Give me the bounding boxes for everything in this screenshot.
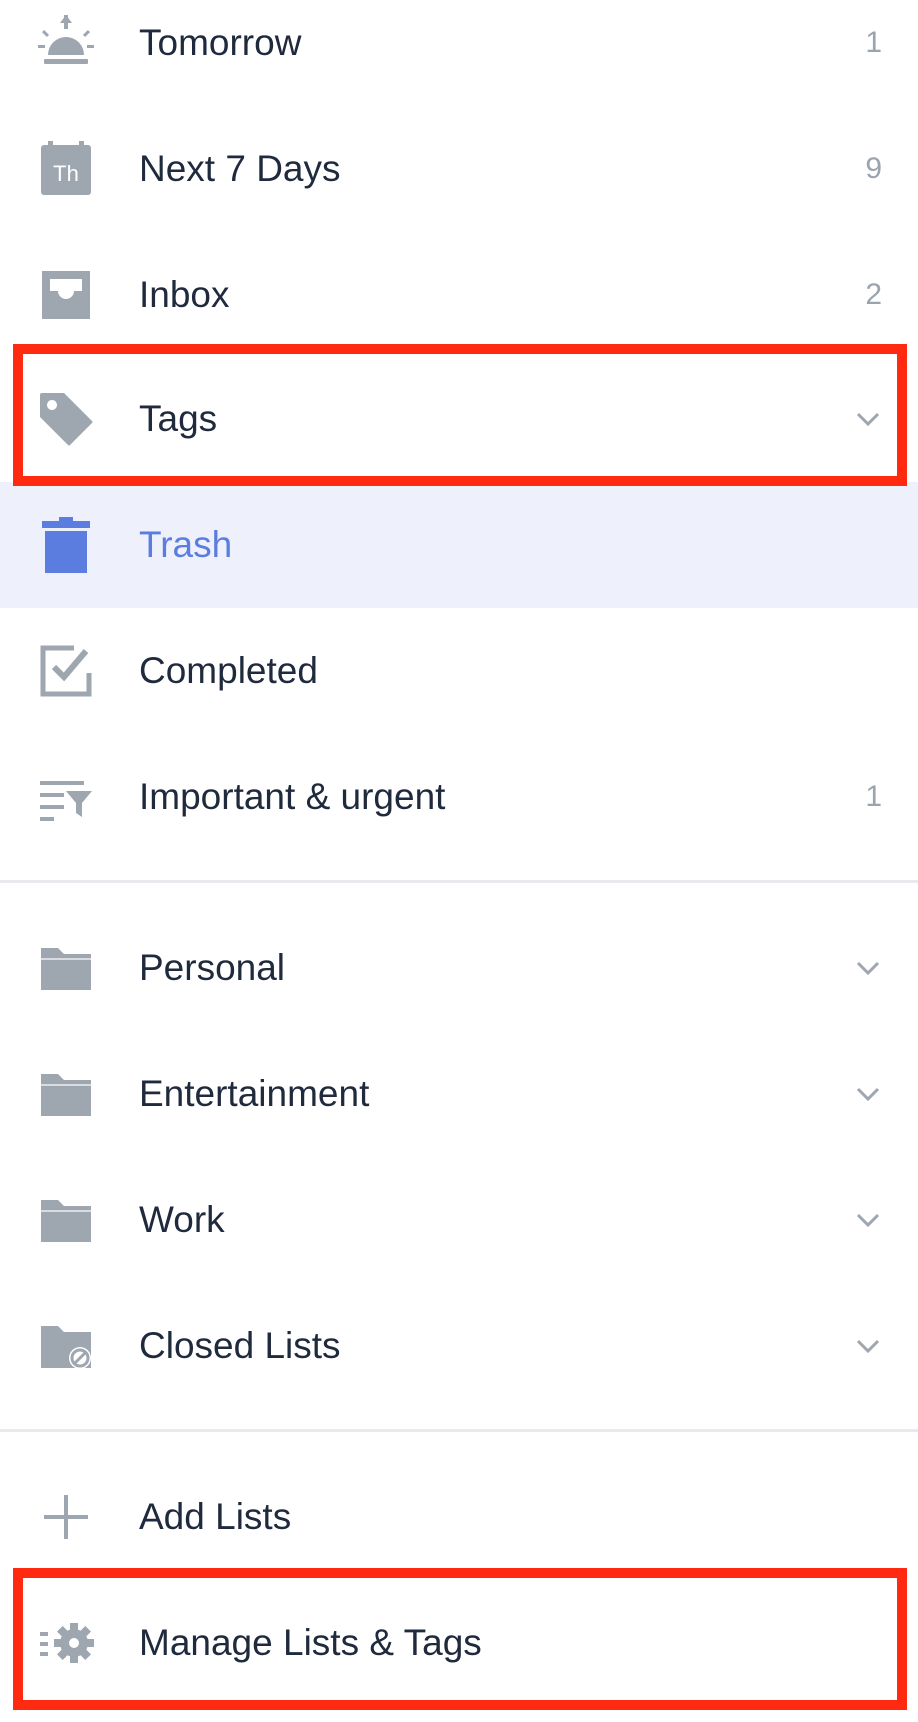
smart-list-tomorrow[interactable]: Tomorrow 1 [0,0,918,106]
smart-list-important-urgent[interactable]: Important & urgent 1 [0,734,918,860]
smart-list-label: Inbox [139,274,230,315]
navigation-drawer: Tomorrow 1 Th Next 7 Days 9 Inbox 2 Tags… [0,0,918,1722]
folder-closed-lists[interactable]: Closed Lists [0,1283,918,1409]
smart-list-tags[interactable]: Tags [0,356,918,482]
closed-folder-icon [38,1318,94,1374]
folder-entertainment[interactable]: Entertainment [0,1031,918,1157]
filter-icon [38,769,94,825]
task-count: 2 [865,278,882,311]
smart-list-next-7-days[interactable]: Th Next 7 Days 9 [0,106,918,232]
chevron-down-icon[interactable] [852,1204,884,1236]
tag-icon [38,391,94,447]
folder-label: Closed Lists [139,1325,341,1366]
smart-list-label: Important & urgent [139,776,446,817]
add-lists-label: Add Lists [139,1496,292,1537]
calendar-day-text: Th [53,161,79,186]
folder-icon [38,1066,94,1122]
manage-gear-icon [38,1615,94,1671]
manage-lists-tags-button[interactable]: Manage Lists & Tags [0,1580,918,1706]
smart-list-completed[interactable]: Completed [0,608,918,734]
inbox-icon [38,267,94,323]
plus-icon [38,1489,94,1545]
smart-list-inbox[interactable]: Inbox 2 [0,232,918,358]
smart-list-trash[interactable]: Trash [0,482,918,608]
smart-list-label: Trash [139,524,233,565]
section-divider [0,1429,918,1432]
chevron-down-icon[interactable] [852,1330,884,1362]
folder-personal[interactable]: Personal [0,905,918,1031]
smart-list-label: Completed [139,650,318,691]
sunrise-icon [38,15,94,71]
trash-icon [38,517,94,573]
folder-icon [38,1192,94,1248]
folder-icon [38,940,94,996]
section-divider [0,880,918,883]
chevron-down-icon[interactable] [852,952,884,984]
chevron-down-icon[interactable] [852,1078,884,1110]
calendar-th-icon: Th [38,141,94,197]
chevron-down-icon[interactable] [852,403,884,435]
task-count: 1 [865,26,882,59]
checkbox-icon [38,643,94,699]
folder-label: Personal [139,947,286,988]
folder-label: Entertainment [139,1073,370,1114]
folder-work[interactable]: Work [0,1157,918,1283]
task-count: 1 [865,780,882,813]
smart-list-label: Tomorrow [139,22,302,63]
manage-lists-tags-label: Manage Lists & Tags [139,1622,482,1663]
folder-label: Work [139,1199,225,1240]
smart-list-label: Tags [139,398,218,439]
add-lists-button[interactable]: Add Lists [0,1454,918,1580]
smart-list-label: Next 7 Days [139,148,341,189]
task-count: 9 [865,152,882,185]
